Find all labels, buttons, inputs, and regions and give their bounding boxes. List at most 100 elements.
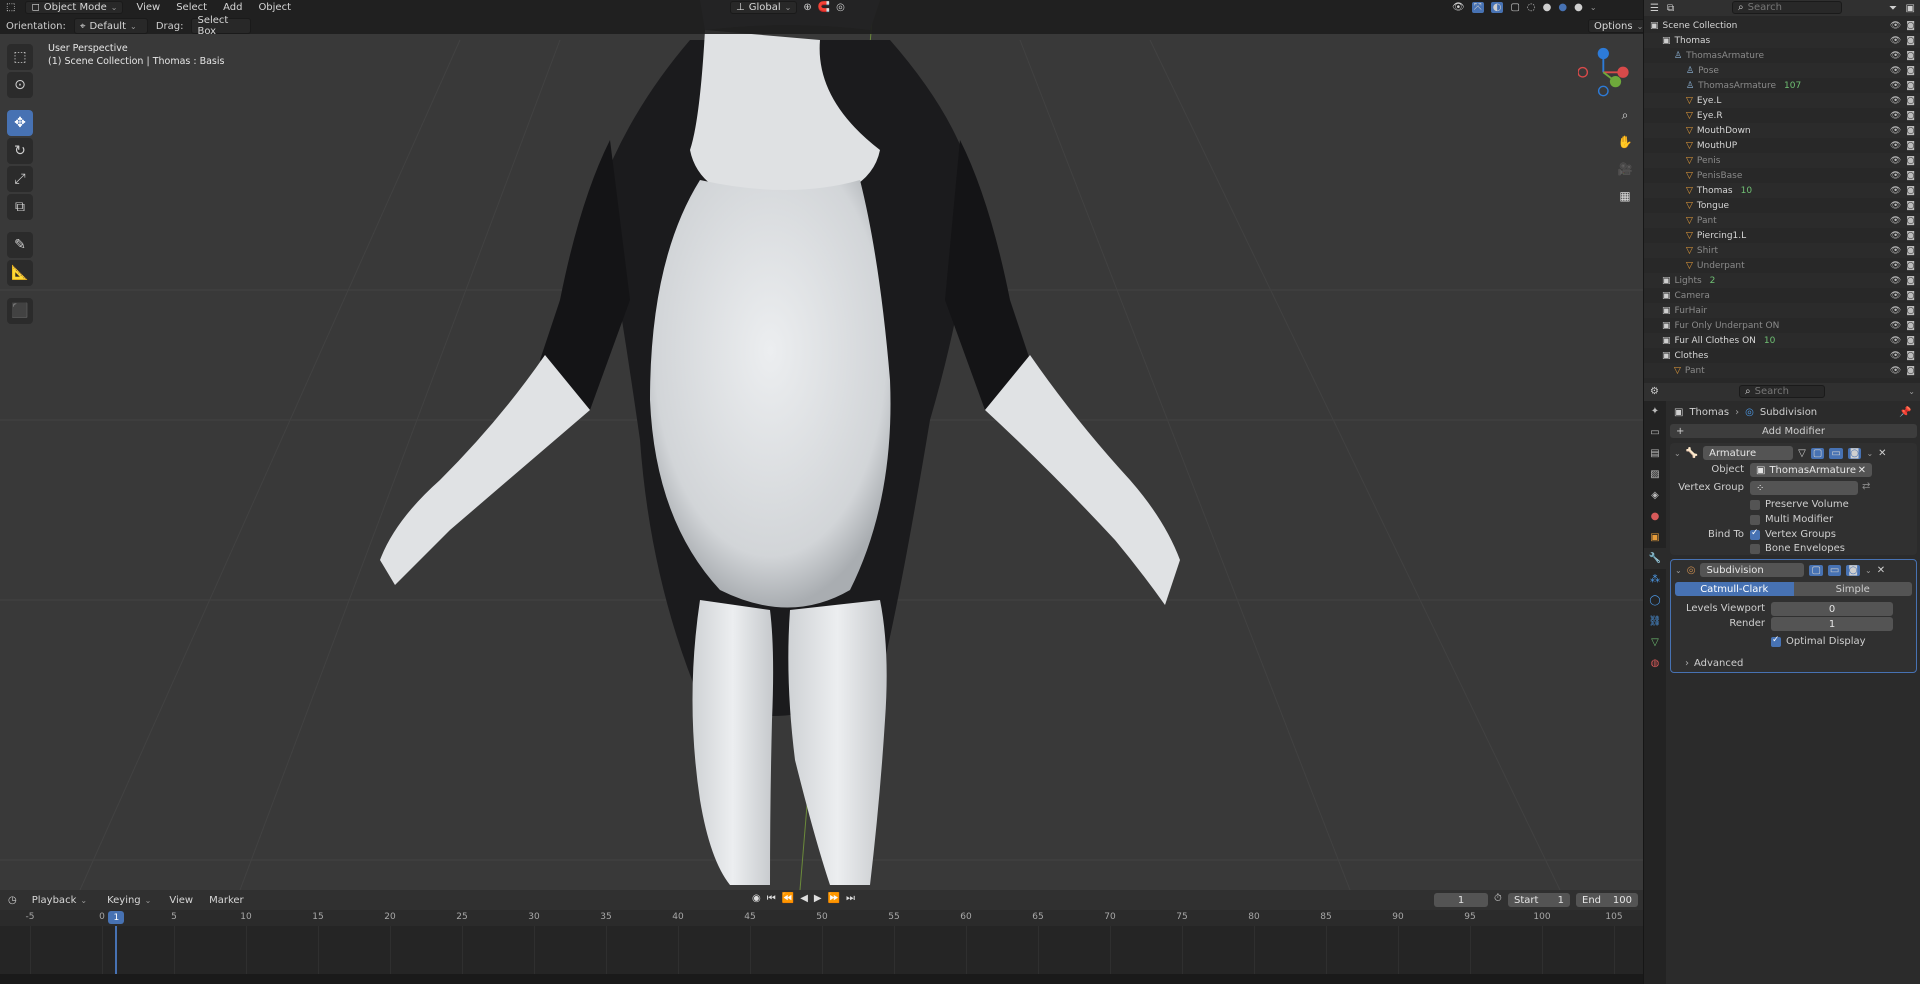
eye-icon[interactable]: 👁 <box>1890 156 1901 166</box>
outliner-row[interactable]: ▣ Thomas 👁 ◙ <box>1644 33 1920 48</box>
z-axis-handle[interactable] <box>1597 47 1609 60</box>
camera-icon[interactable]: ◙ <box>1906 321 1915 331</box>
outliner-row[interactable]: ▣ Camera 👁 ◙ <box>1644 288 1920 303</box>
camera-icon[interactable]: ◙ <box>1906 366 1915 376</box>
eye-icon[interactable]: 👁 <box>1890 366 1901 376</box>
outliner-row[interactable]: ▣ Fur Only Underpant ON 👁 ◙ <box>1644 318 1920 333</box>
camera-icon[interactable]: ◙ <box>1906 66 1915 76</box>
eye-icon[interactable]: 👁 <box>1890 306 1901 316</box>
scene-tab-icon[interactable]: ◈ <box>1644 485 1666 506</box>
close-icon[interactable]: ✕ <box>1877 565 1885 576</box>
chevron-down-icon[interactable]: ⌄ <box>1865 566 1872 575</box>
keying-menu[interactable]: Keying ⌄ <box>102 892 156 908</box>
editmode-icon[interactable]: ▢ <box>1809 564 1823 576</box>
eye-icon[interactable]: 👁 <box>1890 126 1901 136</box>
eye-icon[interactable]: 👁 <box>1890 276 1901 286</box>
new-collection-icon[interactable]: ▣ <box>1906 3 1915 14</box>
measure-tool[interactable]: 📐 <box>7 260 33 286</box>
camera-icon[interactable]: ◙ <box>1906 231 1915 241</box>
next-key-icon[interactable]: ⏩ <box>828 893 840 904</box>
chevron-down-icon[interactable]: ⌄ <box>1866 449 1873 458</box>
advanced-subpanel[interactable]: › Advanced <box>1685 658 1743 669</box>
add-modifier-button[interactable]: + Add Modifier <box>1670 424 1917 438</box>
editmode-icon[interactable]: ▢ <box>1810 447 1825 459</box>
eye-icon[interactable]: 👁 <box>1890 51 1901 61</box>
object-tab-icon[interactable]: ▣ <box>1644 527 1666 548</box>
frame-ruler[interactable]: -5 0 5 10 15 20 25 30 35 40 45 50 55 60 65 70 75 80 85 90 95… <box>0 910 1643 926</box>
timeline-track[interactable] <box>0 926 1643 974</box>
properties-editor-icon[interactable]: ⚙ <box>1650 386 1659 397</box>
camera-icon[interactable]: ◙ <box>1906 111 1915 121</box>
multi-modifier-checkbox[interactable]: Multi Modifier <box>1750 514 1833 525</box>
chevron-down-icon[interactable]: ⌄ <box>1590 3 1597 12</box>
shading-solid-icon[interactable]: ● <box>1543 2 1552 13</box>
data-tab-icon[interactable]: ▽ <box>1644 632 1666 653</box>
camera-icon[interactable]: ◙ <box>1906 276 1915 286</box>
outliner-row[interactable]: ▣ Scene Collection 👁 ◙ <box>1644 18 1920 33</box>
outliner-row[interactable]: ♙ Pose 👁 ◙ <box>1644 63 1920 78</box>
outliner-row[interactable]: ▽ Underpant 👁 ◙ <box>1644 258 1920 273</box>
camera-icon[interactable]: ◙ <box>1906 291 1915 301</box>
catmull-clark-button[interactable]: Catmull-Clark <box>1675 582 1794 596</box>
eye-icon[interactable]: 👁 <box>1890 291 1901 301</box>
camera-icon[interactable]: ◙ <box>1906 216 1915 226</box>
transform-tool[interactable]: ⧉ <box>7 194 33 220</box>
shading-material-icon[interactable]: ● <box>1558 2 1567 13</box>
eye-icon[interactable]: 👁 <box>1890 321 1901 331</box>
outliner-row[interactable]: ▽ Penis 👁 ◙ <box>1644 153 1920 168</box>
stopwatch-icon[interactable]: ⏱ <box>1494 893 1502 904</box>
outliner-row[interactable]: ▽ Piercing1.L 👁 ◙ <box>1644 228 1920 243</box>
move-tool[interactable]: ✥ <box>7 110 33 136</box>
add-cube-tool[interactable]: ⬛ <box>7 298 33 324</box>
outliner-editor-icon[interactable]: ☰ <box>1650 3 1659 14</box>
material-tab-icon[interactable]: ◍ <box>1644 653 1666 674</box>
editor-type-icon[interactable]: ⬚ <box>6 2 15 13</box>
outliner-row[interactable]: ▽ Pant 👁 ◙ <box>1644 213 1920 228</box>
pin-icon[interactable]: 📌 <box>1899 407 1911 418</box>
orientation-dropdown[interactable]: ⌖ Default ⌄ <box>73 18 148 34</box>
outliner-row[interactable]: ▽ PenisBase 👁 ◙ <box>1644 168 1920 183</box>
collapse-chevron-icon[interactable]: ⌄ <box>1675 566 1682 575</box>
y-axis-handle[interactable] <box>1609 76 1622 88</box>
eye-icon[interactable]: 👁 <box>1890 201 1901 211</box>
bone-envelopes-checkbox[interactable]: Bone Envelopes <box>1750 543 1845 554</box>
camera-icon[interactable]: ◙ <box>1906 141 1915 151</box>
optimal-display-check[interactable] <box>1771 635 1781 647</box>
output-tab-icon[interactable]: ▤ <box>1644 443 1666 464</box>
outliner-row[interactable]: ▽ Shirt 👁 ◙ <box>1644 243 1920 258</box>
character-model[interactable] <box>380 0 1180 885</box>
clear-icon[interactable]: ✕ <box>1858 465 1866 476</box>
jump-end-icon[interactable]: ⏭ <box>846 893 855 904</box>
eye-icon[interactable]: 👁 <box>1890 351 1901 361</box>
select-box-tool[interactable]: ⬚ <box>7 44 33 70</box>
outliner-row[interactable]: ▣ FurHair 👁 ◙ <box>1644 303 1920 318</box>
outliner-row[interactable]: ♙ ThomasArmature 👁 ◙ <box>1644 48 1920 63</box>
start-frame-field[interactable]: Start 1 <box>1508 893 1570 907</box>
simple-button[interactable]: Simple <box>1793 582 1912 596</box>
cursor-tool[interactable]: ⊙ <box>7 72 33 98</box>
eye-icon[interactable]: 👁 <box>1890 96 1901 106</box>
chevron-down-icon[interactable]: ⌄ <box>1908 387 1915 396</box>
outliner-row[interactable]: ▽ Pant 👁 ◙ <box>1644 363 1920 378</box>
collapse-chevron-icon[interactable]: ⌄ <box>1674 449 1681 458</box>
auto-key-icon[interactable]: ◉ <box>752 893 761 904</box>
viewport-display-icon[interactable]: ▭ <box>1827 564 1842 576</box>
x-axis-handle[interactable] <box>1617 66 1629 78</box>
camera-icon[interactable]: ◙ <box>1906 246 1915 256</box>
outliner-row[interactable]: ♙ ThomasArmature 107 👁 ◙ <box>1644 78 1920 93</box>
camera-icon[interactable]: ◙ <box>1906 81 1915 91</box>
world-tab-icon[interactable]: ● <box>1644 506 1666 527</box>
play-icon[interactable]: ▶ <box>814 893 822 904</box>
viewport-display-icon[interactable]: ▭ <box>1829 447 1843 459</box>
camera-icon[interactable]: ◙ <box>1906 261 1915 271</box>
eye-icon[interactable]: 👁 <box>1890 216 1901 226</box>
invert-icon[interactable]: ⇄ <box>1862 481 1870 492</box>
play-reverse-icon[interactable]: ◀ <box>800 893 808 904</box>
xray-icon[interactable]: ▢ <box>1510 2 1519 13</box>
eye-icon[interactable]: 👁 <box>1890 66 1901 76</box>
multi-modifier-check[interactable] <box>1750 514 1760 525</box>
outliner-row[interactable]: ▣ Fur All Clothes ON 10 👁 ◙ <box>1644 333 1920 348</box>
shading-rendered-icon[interactable]: ● <box>1574 2 1583 13</box>
constraints-tab-icon[interactable]: ⛓ <box>1644 611 1666 632</box>
camera-icon[interactable]: ◙ <box>1906 126 1915 136</box>
